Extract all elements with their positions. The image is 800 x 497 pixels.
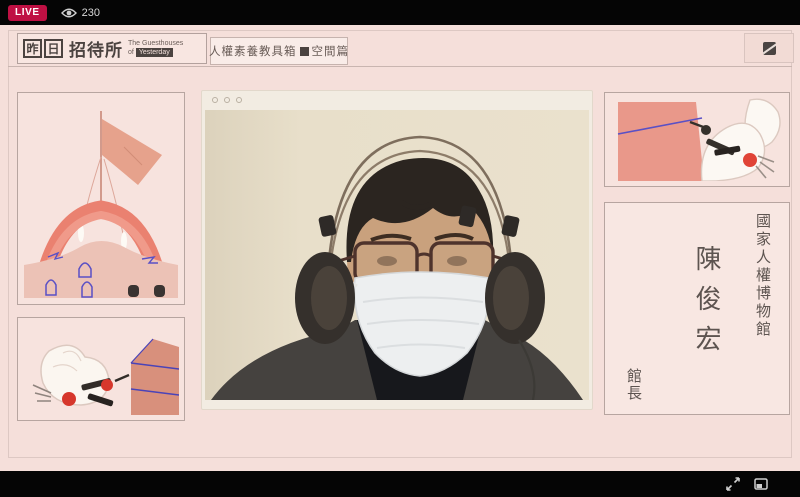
webcam-window	[201, 90, 593, 410]
logo-glyph-box: 昨	[23, 39, 42, 58]
player-bottom-bar	[0, 471, 800, 497]
keychain-ball	[743, 153, 757, 167]
window-dot-icon	[236, 97, 242, 103]
tab-label-right: 空間篇	[312, 43, 350, 59]
window-dot-icon	[212, 97, 218, 103]
speaker-title: 館長	[623, 368, 644, 402]
logo-title: 招待所	[69, 36, 123, 61]
player-top-bar: LIVE 230	[0, 0, 800, 25]
speaker-name: 陳俊宏	[688, 245, 725, 365]
live-stream-player: LIVE 230 昨 日 招待所 The Guesthouses of Yest…	[0, 0, 800, 497]
window-titlebar	[201, 90, 593, 110]
fullscreen-expand-icon[interactable]	[726, 477, 740, 491]
tab-logo-square-icon	[300, 47, 309, 56]
keychain-ball	[62, 392, 76, 406]
figure	[154, 285, 165, 297]
show-logo: 昨 日 招待所 The Guesthouses of Yesterday	[17, 33, 207, 64]
broadcast-frame: 昨 日 招待所 The Guesthouses of Yesterday 人權素…	[0, 25, 800, 471]
tab-episode[interactable]: 人權素養教具箱 空間篇	[210, 37, 348, 65]
illustration-hands-keys	[604, 92, 790, 187]
eye-icon	[61, 7, 77, 19]
logo-subtitle-en: The Guesthouses of Yesterday	[128, 40, 183, 57]
viewer-count: 230	[82, 7, 100, 19]
picture-in-picture-icon[interactable]	[754, 477, 768, 491]
brick-texture	[618, 102, 704, 181]
window-dot-icon	[224, 97, 230, 103]
logo-yesterday-badge: Yesterday	[136, 48, 173, 57]
corner-photo-button[interactable]	[744, 33, 794, 63]
photo-icon	[763, 42, 776, 55]
speaker-name-card: 國家人權博物館 陳俊宏 館長	[604, 202, 790, 415]
header-divider	[8, 66, 792, 67]
illustration-flag-building	[17, 92, 185, 305]
speaker-organization: 國家人權博物館	[752, 213, 773, 339]
illustration-hand-keys-box	[17, 317, 185, 421]
logo-glyph-box: 日	[44, 39, 63, 58]
figure	[128, 285, 139, 297]
live-badge: LIVE	[8, 5, 47, 21]
webcam-video[interactable]	[205, 110, 589, 400]
tab-label-left: 人權素養教具箱	[209, 43, 297, 59]
